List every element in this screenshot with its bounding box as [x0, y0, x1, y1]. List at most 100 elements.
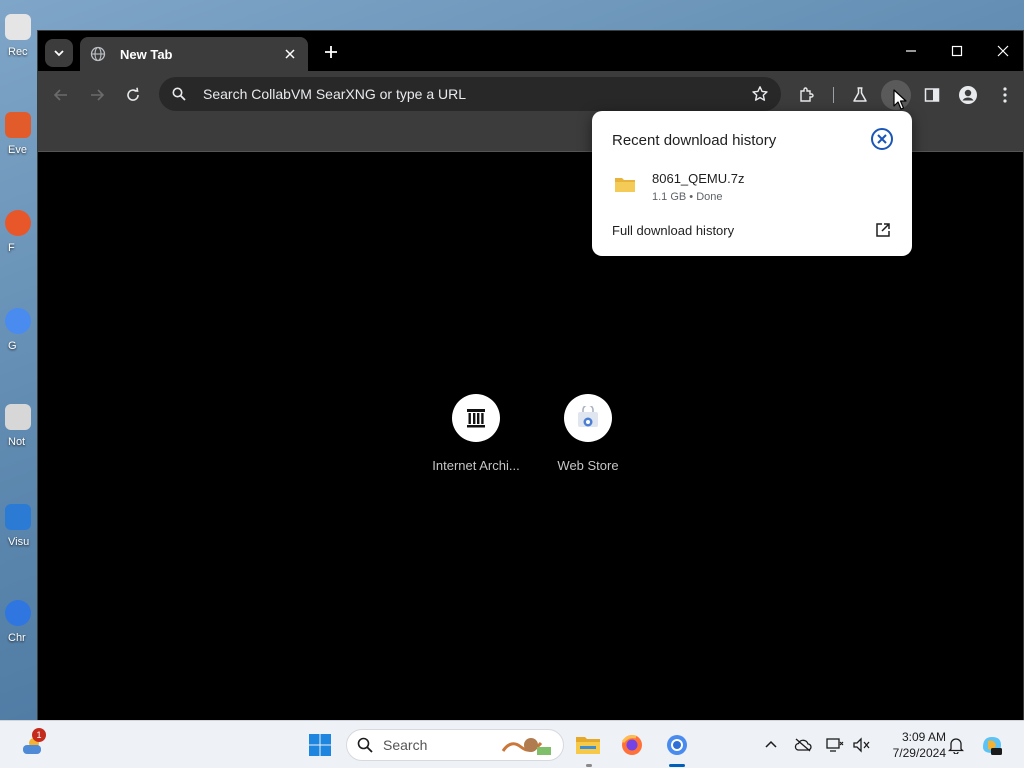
- folder-icon: [615, 178, 635, 192]
- arrow-right-icon: [91, 89, 105, 101]
- reload-button[interactable]: [121, 83, 145, 107]
- minimize-button[interactable]: [896, 39, 926, 63]
- web-store-icon: [578, 406, 598, 427]
- clock-time: 3:09 AM: [901, 730, 946, 744]
- menu-button[interactable]: [993, 83, 1017, 107]
- taskbar-file-explorer[interactable]: [572, 729, 604, 761]
- network-icon: [826, 738, 844, 752]
- address-bar[interactable]: Search CollabVM SearXNG or type a URL: [159, 77, 781, 111]
- chrome-icon: [667, 735, 687, 755]
- download-bubble: Recent download history 8061_QEMU.7z 1.1…: [592, 111, 912, 256]
- start-button[interactable]: [304, 729, 336, 761]
- firefox-icon: [621, 735, 642, 755]
- title-bar: New Tab: [38, 31, 1023, 71]
- taskbar: 1 Search 3:09 AM 7/29/2024: [0, 720, 1024, 768]
- side-panel-icon: [924, 88, 940, 102]
- show-hidden-icons-button[interactable]: [757, 729, 785, 761]
- tab-close-button[interactable]: [282, 46, 298, 62]
- active-app-indicator: [669, 764, 685, 767]
- copilot-button[interactable]: [976, 729, 1008, 761]
- open-external-button[interactable]: [873, 220, 893, 240]
- bell-icon: [948, 738, 964, 754]
- speaker-muted-icon: [853, 737, 870, 753]
- search-icon: [357, 737, 373, 753]
- bookmark-star-button[interactable]: [749, 83, 771, 105]
- side-panel-button[interactable]: [920, 83, 944, 107]
- shortcut-label: Internet Archi...: [432, 458, 520, 473]
- app-icon: [5, 112, 31, 138]
- desktop-icon-visual-studio[interactable]: Visu: [0, 500, 36, 562]
- network-button[interactable]: [821, 729, 849, 761]
- taskbar-search-label: Search: [383, 737, 428, 753]
- running-indicator: [586, 764, 592, 767]
- chevron-down-icon: [54, 50, 64, 57]
- taskbar-chrome[interactable]: [661, 729, 693, 761]
- download-item[interactable]: 8061_QEMU.7z 1.1 GB • Done: [614, 171, 884, 205]
- tab-title: New Tab: [120, 46, 173, 62]
- shortcut-icon-circle: [452, 394, 500, 442]
- search-highlight-icon: [501, 738, 551, 755]
- chrome-icon: [5, 600, 31, 626]
- puzzle-icon: [800, 87, 814, 102]
- shortcut-internet-archive[interactable]: Internet Archi...: [420, 394, 532, 473]
- clock-date: 7/29/2024: [892, 746, 946, 760]
- reload-icon: [127, 87, 139, 101]
- flask-icon: [853, 87, 867, 102]
- visual-studio-icon: [5, 504, 31, 530]
- labs-button[interactable]: [848, 83, 872, 107]
- external-link-icon: [876, 223, 890, 237]
- desktop-icon-notepad[interactable]: Not: [0, 400, 36, 462]
- toolbar-separator: [833, 87, 834, 103]
- recycle-bin-icon: [5, 14, 31, 40]
- chevron-up-icon: [765, 740, 777, 748]
- profile-button[interactable]: [956, 83, 980, 107]
- extensions-button[interactable]: [795, 83, 819, 107]
- arrow-left-icon: [53, 89, 67, 101]
- address-bar-text: Search CollabVM SearXNG or type a URL: [203, 86, 466, 102]
- close-window-button[interactable]: [988, 39, 1018, 63]
- volume-button[interactable]: [847, 729, 875, 761]
- download-status: 1.1 GB • Done: [652, 191, 723, 203]
- desktop-icon-g[interactable]: G: [0, 304, 36, 366]
- windows-icon: [309, 734, 331, 756]
- app-icon: [5, 308, 31, 334]
- system-clock[interactable]: 3:09 AM 7/29/2024: [876, 729, 946, 761]
- taskbar-search[interactable]: Search: [346, 729, 564, 761]
- tab-search-button[interactable]: [45, 39, 73, 67]
- copilot-icon: [983, 737, 1002, 755]
- back-button[interactable]: [49, 83, 73, 107]
- globe-icon: [90, 46, 106, 62]
- close-icon: [285, 49, 295, 59]
- close-icon: [997, 45, 1009, 57]
- shortcut-label: Web Store: [557, 458, 619, 473]
- shortcut-icon-circle: [564, 394, 612, 442]
- download-bubble-title: Recent download history: [612, 132, 777, 149]
- shortcut-web-store[interactable]: Web Store: [532, 394, 644, 473]
- desktop-icon-chrome[interactable]: Chr: [0, 596, 36, 658]
- avatar-icon: [959, 86, 977, 104]
- minimize-icon: [906, 50, 916, 52]
- desktop-icon-firefox[interactable]: F: [0, 206, 36, 268]
- cloud-off-icon: [794, 738, 812, 752]
- notifications-button[interactable]: [942, 729, 970, 761]
- full-download-history-link[interactable]: Full download history: [612, 223, 734, 238]
- onedrive-status-button[interactable]: [789, 729, 817, 761]
- archive-building-icon: [467, 409, 485, 428]
- new-tab-button[interactable]: [320, 41, 342, 63]
- desktop-icon-recycle-bin[interactable]: Rec: [0, 10, 36, 72]
- tab-new-tab[interactable]: New Tab: [80, 37, 308, 71]
- download-bubble-close-button[interactable]: [870, 127, 894, 151]
- notification-badge: 1: [32, 728, 46, 742]
- firefox-icon: [5, 210, 31, 236]
- download-filename: 8061_QEMU.7z: [652, 171, 745, 186]
- forward-button[interactable]: [85, 83, 109, 107]
- maximize-button[interactable]: [942, 39, 972, 63]
- desktop-icon-eve[interactable]: Eve: [0, 108, 36, 170]
- mouse-cursor-icon: [893, 89, 907, 110]
- kebab-menu-icon: [1003, 87, 1007, 103]
- plus-icon: [325, 46, 337, 58]
- notepad-icon: [5, 404, 31, 430]
- close-circle-icon: [871, 128, 893, 150]
- taskbar-firefox[interactable]: [616, 729, 648, 761]
- search-icon: [169, 84, 189, 104]
